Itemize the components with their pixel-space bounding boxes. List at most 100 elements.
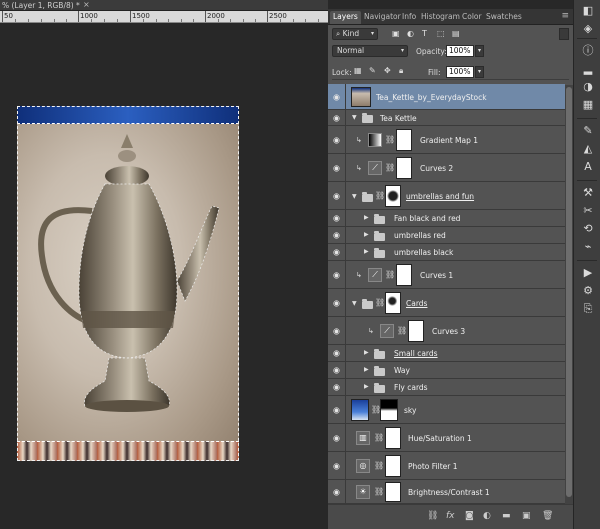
layer-row[interactable]: ◉ ↳ ⟋ ⛓ Curves 2 <box>328 154 565 182</box>
chain-icon[interactable]: ⛓ <box>385 270 395 279</box>
fill-slider-toggle[interactable]: ▾ <box>475 66 484 78</box>
navigator-panel-icon[interactable]: ◭ <box>581 142 595 156</box>
filter-toggle[interactable] <box>559 28 569 40</box>
scrollbar-thumb[interactable] <box>566 87 572 497</box>
shape-filter-icon[interactable]: ⬚ <box>437 29 445 38</box>
chain-icon[interactable]: ⛓ <box>397 326 407 335</box>
document-tab[interactable]: % (Layer 1, RGB/8) * × <box>0 0 328 11</box>
tab-navigator[interactable]: Navigator <box>361 11 404 24</box>
new-group-icon[interactable]: ▬ <box>502 511 511 521</box>
visibility-toggle[interactable]: ◉ <box>328 379 346 395</box>
chain-icon[interactable]: ⛓ <box>375 298 385 307</box>
tab-layers[interactable]: Layers <box>330 11 361 24</box>
visibility-toggle[interactable]: ◉ <box>328 261 346 288</box>
expand-triangle-icon[interactable]: ▶ <box>364 248 369 255</box>
expand-triangle-icon[interactable]: ▶ <box>364 214 369 221</box>
tab-histogram[interactable]: Histogram <box>418 11 463 24</box>
canvas-area[interactable] <box>0 24 328 529</box>
layer-group-row[interactable]: ◉ ▶ Fan black and red <box>328 210 565 227</box>
filter-kind-select[interactable]: ⌕ Kind ▾ <box>332 28 378 40</box>
chain-icon[interactable]: ⛓ <box>374 487 384 496</box>
lock-all-icon[interactable]: 🔒︎ <box>399 66 403 76</box>
visibility-toggle[interactable]: ◉ <box>328 182 346 209</box>
layer-row[interactable]: ◉ ↳ ⛓ Gradient Map 1 <box>328 126 565 154</box>
chain-icon[interactable]: ⛓ <box>385 135 395 144</box>
layer-group-row[interactable]: ◉ ▶ umbrellas black <box>328 244 565 261</box>
tab-info[interactable]: Info <box>399 11 419 24</box>
fx-icon[interactable]: fx <box>446 511 455 521</box>
link-layers-icon[interactable]: ⛓ <box>427 511 438 521</box>
expand-triangle-icon[interactable]: ▼ <box>352 193 357 200</box>
close-icon[interactable]: × <box>83 0 90 9</box>
visibility-toggle[interactable]: ◉ <box>328 227 346 243</box>
visibility-toggle[interactable]: ◉ <box>328 362 346 378</box>
visibility-toggle[interactable]: ◉ <box>328 289 346 316</box>
channels-panel-icon[interactable]: ◈ <box>581 22 595 36</box>
new-layer-icon[interactable]: ▣ <box>522 511 531 521</box>
brush-presets-icon[interactable]: ⚙ <box>581 284 595 298</box>
chain-icon[interactable]: ⛓ <box>374 461 384 470</box>
lock-paint-icon[interactable]: ✎ <box>369 66 376 75</box>
visibility-toggle[interactable]: ◉ <box>328 244 346 260</box>
layer-group-row[interactable]: ◉ ▶ Way <box>328 362 565 379</box>
layers-panel-icon[interactable]: ◧ <box>581 4 595 18</box>
swatches-panel-icon[interactable]: ▦ <box>581 98 595 112</box>
layer-row[interactable]: ◉ ↳ ⟋ ⛓ Curves 3 <box>328 317 565 345</box>
layer-group-row[interactable]: ◉ ▶ Fly cards <box>328 379 565 396</box>
chain-icon[interactable]: ⛓ <box>385 163 395 172</box>
layer-group-row[interactable]: ◉ ▼ ⛓ Cards <box>328 289 565 317</box>
visibility-toggle[interactable]: ◉ <box>328 154 346 181</box>
expand-triangle-icon[interactable]: ▶ <box>364 231 369 238</box>
panel-menu-icon[interactable]: ≡ <box>561 11 569 21</box>
actions-panel-icon[interactable]: ▶ <box>581 266 595 280</box>
history-panel-icon[interactable]: ⟲ <box>581 222 595 236</box>
layer-row[interactable]: ◉ ▥ ⛓ Hue/Saturation 1 <box>328 424 565 452</box>
fill-input[interactable]: 100% <box>446 66 474 78</box>
trash-icon[interactable]: 🗑︎ <box>542 511 553 521</box>
visibility-toggle[interactable]: ◉ <box>328 424 346 451</box>
visibility-toggle[interactable]: ◉ <box>328 84 346 109</box>
adjustments-panel-icon[interactable]: ✂ <box>581 204 595 218</box>
layer-group-row[interactable]: ◉ ▼ ⛓ umbrellas and fun <box>328 182 565 210</box>
brush-panel-icon[interactable]: ✎ <box>581 124 595 138</box>
clone-source-icon[interactable]: ⎘ <box>581 302 595 316</box>
type-filter-icon[interactable]: T <box>422 29 427 38</box>
layer-group-row[interactable]: ◉ ▼ Tea Kettle <box>328 110 565 126</box>
opacity-slider-toggle[interactable]: ▾ <box>475 45 484 57</box>
add-mask-icon[interactable]: ◙ <box>465 511 474 521</box>
horizontal-ruler[interactable]: 50 1000 1500 2000 2500 <box>0 11 328 23</box>
tools-panel-icon[interactable]: ⚒ <box>581 186 595 200</box>
visibility-toggle[interactable]: ◉ <box>328 480 346 503</box>
visibility-toggle[interactable]: ◉ <box>328 396 346 423</box>
lock-move-icon[interactable]: ✥ <box>384 66 391 75</box>
paths-panel-icon[interactable]: ⌁ <box>581 240 595 254</box>
blend-mode-select[interactable]: Normal ▾ <box>332 45 408 57</box>
character-panel-icon[interactable]: A <box>581 160 595 174</box>
info-panel-icon[interactable]: ⓘ <box>581 44 595 58</box>
expand-triangle-icon[interactable]: ▶ <box>364 366 369 373</box>
layer-row[interactable]: ◉ ☀ ⛓ Brightness/Contrast 1 <box>328 480 565 504</box>
layer-row[interactable]: ◉ Tea_Kettle_by_EverydayStock <box>328 84 565 110</box>
expand-triangle-icon[interactable]: ▶ <box>364 383 369 390</box>
tab-color[interactable]: Color <box>459 11 485 24</box>
adjustment-filter-icon[interactable]: ◐ <box>407 29 414 38</box>
visibility-toggle[interactable]: ◉ <box>328 452 346 479</box>
new-adjustment-icon[interactable]: ◐ <box>483 511 491 521</box>
image-filter-icon[interactable]: ▣ <box>392 29 400 38</box>
layers-scrollbar[interactable] <box>565 85 573 505</box>
histogram-panel-icon[interactable]: ▂ <box>581 62 595 76</box>
layer-row[interactable]: ◉ ⛓ sky <box>328 396 565 424</box>
visibility-toggle[interactable]: ◉ <box>328 317 346 344</box>
opacity-input[interactable]: 100% <box>446 45 474 57</box>
expand-triangle-icon[interactable]: ▶ <box>364 349 369 356</box>
visibility-toggle[interactable]: ◉ <box>328 345 346 361</box>
layer-group-row[interactable]: ◉ ▶ Small cards <box>328 345 565 362</box>
layer-row[interactable]: ◉ ↳ ⟋ ⛓ Curves 1 <box>328 261 565 289</box>
chain-icon[interactable]: ⛓ <box>375 191 385 200</box>
visibility-toggle[interactable]: ◉ <box>328 126 346 153</box>
visibility-toggle[interactable]: ◉ <box>328 210 346 226</box>
expand-triangle-icon[interactable]: ▼ <box>352 300 357 307</box>
expand-triangle-icon[interactable]: ▼ <box>352 114 357 121</box>
tab-swatches[interactable]: Swatches <box>483 11 525 24</box>
visibility-toggle[interactable]: ◉ <box>328 110 346 125</box>
